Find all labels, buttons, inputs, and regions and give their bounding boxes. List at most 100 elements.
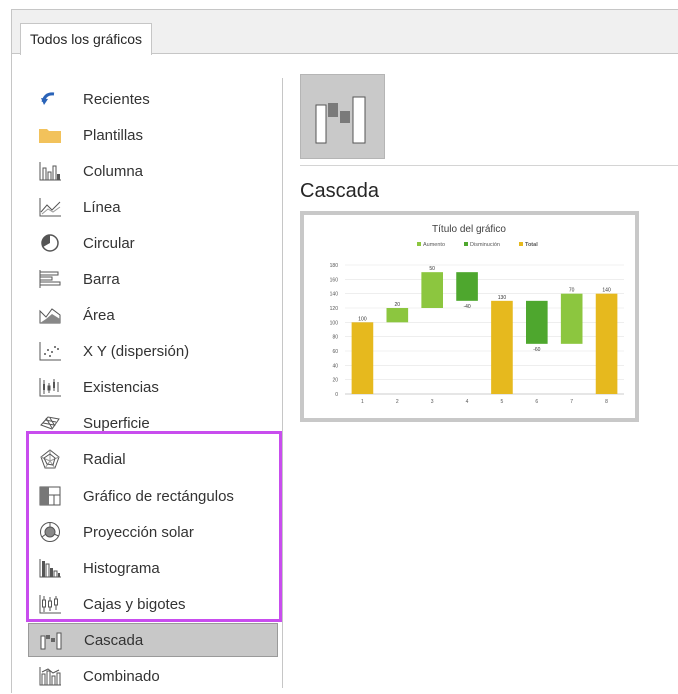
y-tick-label: 0 [335, 392, 338, 398]
x-tick-label: 4 [466, 399, 469, 405]
chart-type-label: Radial [83, 450, 126, 468]
y-tick-label: 160 [330, 277, 339, 283]
scatter-chart-icon [37, 340, 63, 362]
chart-type-label: Combinado [83, 667, 160, 685]
column-chart-icon [37, 160, 63, 182]
x-tick-label: 1 [361, 399, 364, 405]
radar-chart-icon [37, 448, 63, 470]
data-label: 140 [602, 288, 611, 294]
chart-type-label: Gráfico de rectángulos [83, 487, 234, 505]
data-label: 20 [395, 302, 401, 308]
area-chart-icon [37, 304, 63, 326]
chart-title: Título del gráfico [432, 224, 506, 235]
waterfall-subtype-thumbnail[interactable] [300, 74, 385, 159]
line-chart-icon [37, 196, 63, 218]
chart-type-label: Proyección solar [83, 523, 194, 541]
chart-type-sunburst-chart[interactable]: Proyección solar [28, 515, 278, 549]
stock-chart-icon [37, 376, 63, 398]
chart-type-bar-chart[interactable]: Barra [28, 262, 278, 296]
chart-type-list: Recientes Plantillas Columna Línea Circular B… [12, 54, 292, 694]
x-tick-label: 5 [501, 399, 504, 405]
x-tick-label: 2 [396, 399, 399, 405]
data-label: -60 [533, 347, 540, 353]
x-tick-label: 8 [605, 399, 608, 405]
histogram-chart-icon [37, 557, 63, 579]
legend-swatch [464, 242, 468, 246]
data-label: 70 [569, 288, 575, 294]
chart-type-surface-chart[interactable]: Superficie [28, 406, 278, 440]
data-label: 50 [429, 266, 435, 272]
x-tick-label: 3 [431, 399, 434, 405]
insert-chart-dialog: Todos los gráficos Recientes Plantillas Co… [11, 9, 678, 693]
waterfall-chart: Título del gráfico Aumento Disminución Tota… [330, 224, 624, 405]
pane-divider [282, 78, 283, 688]
chart-type-folder[interactable]: Plantillas [28, 118, 278, 152]
waterfall-subtype-icon [315, 96, 365, 143]
combo-chart-icon [37, 665, 63, 687]
chart-type-scatter-chart[interactable]: X Y (dispersión) [28, 334, 278, 368]
waterfall-bar [491, 300, 513, 394]
chart-preview: Título del gráfico Aumento Disminución Tota… [300, 211, 639, 422]
bar-chart-icon [37, 268, 63, 290]
chart-type-box-whisker-chart[interactable]: Cajas y bigotes [28, 587, 278, 621]
chart-type-label: Plantillas [83, 126, 144, 144]
chart-type-line-chart[interactable]: Línea [28, 190, 278, 224]
chart-type-treemap-chart[interactable]: Gráfico de rectángulos [28, 479, 278, 513]
chart-type-label: Superficie [83, 414, 150, 432]
waterfall-chart-icon [38, 629, 64, 651]
chart-type-label: X Y (dispersión) [83, 342, 190, 360]
y-tick-label: 140 [330, 292, 339, 298]
waterfall-bar [351, 322, 374, 394]
waterfall-bar [386, 308, 409, 323]
data-label: 130 [498, 295, 507, 301]
x-tick-label: 7 [570, 399, 573, 405]
y-tick-label: 40 [332, 363, 338, 369]
chart-type-title: Cascada [300, 180, 379, 202]
chart-type-waterfall-chart[interactable]: Cascada [28, 623, 278, 657]
waterfall-bar [526, 300, 548, 344]
waterfall-bar [421, 272, 443, 308]
pie-chart-icon [37, 232, 63, 254]
data-label: -40 [463, 304, 470, 310]
box-whisker-chart-icon [37, 593, 63, 615]
chart-type-label: Cajas y bigotes [83, 595, 186, 613]
chart-type-combo-chart[interactable]: Combinado [28, 659, 278, 693]
y-tick-label: 60 [332, 349, 338, 355]
chart-type-label: Línea [83, 198, 121, 216]
waterfall-bar [560, 293, 583, 344]
tab-all-charts[interactable]: Todos los gráficos [20, 23, 153, 55]
sunburst-chart-icon [37, 521, 63, 543]
surface-chart-icon [37, 412, 63, 434]
chart-type-label: Columna [83, 162, 144, 180]
chart-type-label: Cascada [84, 631, 144, 649]
chart-type-label: Recientes [83, 90, 150, 108]
y-tick-label: 100 [330, 320, 339, 326]
y-tick-label: 80 [332, 335, 338, 341]
y-tick-label: 120 [330, 306, 339, 312]
recent-icon [37, 88, 63, 110]
chart-type-pie-chart[interactable]: Circular [28, 226, 278, 260]
chart-type-label: Barra [83, 270, 120, 288]
legend-swatch [417, 242, 421, 246]
legend-label: Disminución [470, 242, 500, 248]
tab-strip: Todos los gráficos [12, 10, 678, 55]
chart-type-label: Existencias [83, 378, 159, 396]
chart-type-radar-chart[interactable]: Radial [28, 442, 278, 476]
legend-label: Total [525, 242, 538, 248]
legend-label: Aumento [423, 242, 445, 248]
legend-swatch [519, 242, 523, 246]
y-tick-label: 180 [330, 263, 339, 269]
data-label: 100 [358, 316, 367, 322]
chart-type-label: Circular [83, 234, 135, 252]
chart-type-label: Área [83, 306, 115, 324]
chart-type-area-chart[interactable]: Área [28, 298, 278, 332]
chart-type-stock-chart[interactable]: Existencias [28, 370, 278, 404]
chart-type-recent[interactable]: Recientes [28, 82, 278, 116]
y-tick-label: 20 [332, 378, 338, 384]
treemap-chart-icon [37, 485, 63, 507]
folder-icon [37, 124, 63, 146]
chart-type-column-chart[interactable]: Columna [28, 154, 278, 188]
waterfall-bar [595, 293, 618, 394]
chart-type-histogram-chart[interactable]: Histograma [28, 551, 278, 585]
x-tick-label: 6 [535, 399, 538, 405]
